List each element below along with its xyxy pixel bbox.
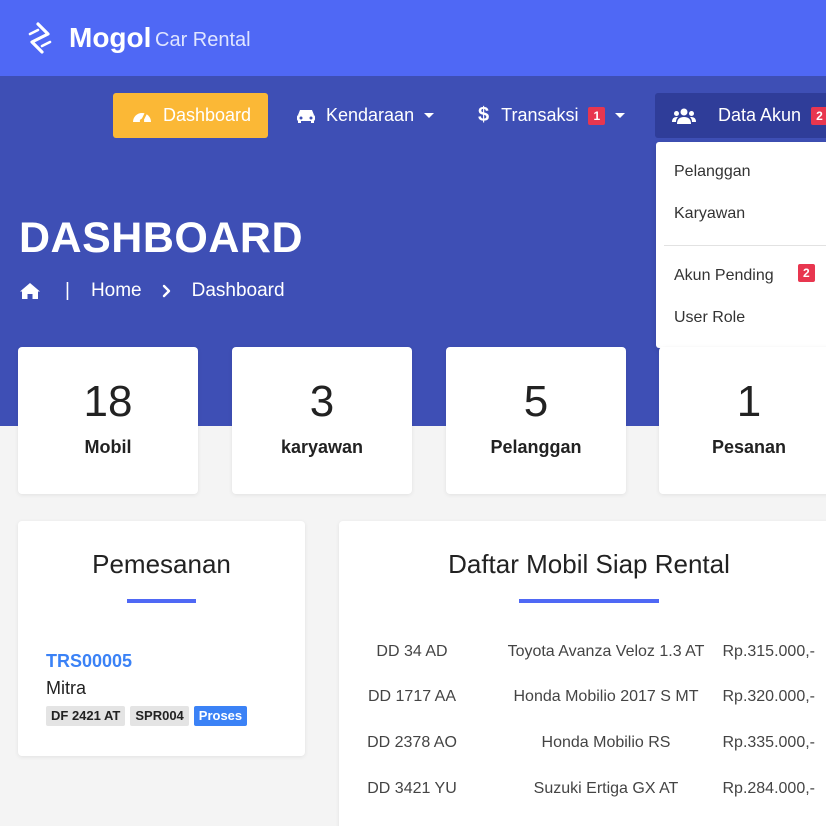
nav-kendaraan[interactable]: Kendaraan <box>296 93 435 138</box>
car-price: Rp.335.000,- <box>722 734 815 751</box>
chevron-right-icon <box>162 284 170 298</box>
nav-transaksi[interactable]: $ Transaksi 1 <box>478 93 626 138</box>
chevron-down-icon <box>424 113 435 118</box>
order-tags: DF 2421 AT SPR004 Proses <box>46 706 248 726</box>
home-icon[interactable] <box>19 282 41 300</box>
car-plate: DD 3421 YU <box>367 780 457 797</box>
plate-badge: DF 2421 AT <box>46 706 126 726</box>
breadcrumb-separator: | <box>65 280 70 301</box>
status-badge: Proses <box>193 706 248 726</box>
stat-card-mobil[interactable]: 18 Mobil <box>18 347 198 494</box>
order-customer: Mitra <box>46 678 86 698</box>
brand-name[interactable]: Mogol <box>69 22 151 54</box>
car-row[interactable]: DD 2378 AO Honda Mobilio RS Rp.335.000,- <box>339 731 826 755</box>
stat-label: Pelanggan <box>490 437 582 457</box>
dropdown-item-user-role[interactable]: User Role <box>674 308 745 328</box>
dropdown-divider <box>664 245 826 246</box>
data-akun-badge: 2 <box>811 106 826 125</box>
dropdown-item-karyawan[interactable]: Karyawan <box>674 204 745 224</box>
car-name: Honda Mobilio RS <box>541 734 671 751</box>
page-title: DASHBOARD <box>19 214 303 262</box>
car-plate: DD 34 AD <box>376 643 448 660</box>
car-name: Honda Mobilio 2017 S MT <box>513 688 699 705</box>
car-plate: DD 1717 AA <box>367 688 457 705</box>
nav-dashboard-label: Dashboard <box>163 105 252 125</box>
top-bar: Mogol Car Rental <box>0 0 826 76</box>
nav-data-akun[interactable]: Data Akun 2 <box>655 93 826 138</box>
data-akun-dropdown: Pelanggan Karyawan Akun Pending 2 User R… <box>656 142 826 348</box>
stat-value: 3 <box>309 377 335 426</box>
car-plate: DD 2378 AO <box>367 734 457 751</box>
brand-subtitle: Car Rental <box>155 29 251 51</box>
nav-dashboard[interactable]: Dashboard <box>113 93 268 138</box>
stat-value: 1 <box>736 377 762 426</box>
order-code-link[interactable]: TRS00005 <box>46 650 132 672</box>
car-row[interactable]: DD 34 AD Toyota Avanza Veloz 1.3 AT Rp.3… <box>339 640 826 664</box>
stat-label: Mobil <box>84 437 132 457</box>
car-price: Rp.284.000,- <box>722 780 815 797</box>
stat-card-pelanggan[interactable]: 5 Pelanggan <box>446 347 626 494</box>
chevron-down-icon <box>615 113 626 118</box>
car-name: Suzuki Ertiga GX AT <box>533 780 679 797</box>
nav-transaksi-label: Transaksi <box>501 105 579 125</box>
stat-card-pesanan[interactable]: 1 Pesanan <box>659 347 826 494</box>
nav-data-akun-label: Data Akun <box>718 105 802 125</box>
dropdown-item-akun-pending[interactable]: Akun Pending <box>674 266 774 286</box>
car-price: Rp.315.000,- <box>722 643 815 660</box>
pemesanan-title: Pemesanan <box>92 549 231 579</box>
breadcrumb-current: Dashboard <box>191 280 285 301</box>
ref-badge: SPR004 <box>130 706 189 726</box>
users-icon <box>672 108 696 124</box>
daftar-mobil-title: Daftar Mobil Siap Rental <box>448 549 730 579</box>
title-underline <box>519 599 659 603</box>
breadcrumb-home[interactable]: Home <box>91 280 142 302</box>
dollar-icon: $ <box>478 104 490 126</box>
dropdown-item-pelanggan[interactable]: Pelanggan <box>674 162 751 182</box>
breadcrumb: | Home Dashboard <box>19 278 285 304</box>
nav-kendaraan-label: Kendaraan <box>326 105 415 125</box>
car-icon <box>297 109 315 123</box>
logo-icon[interactable] <box>26 22 54 54</box>
stat-card-karyawan[interactable]: 3 karyawan <box>232 347 412 494</box>
stat-value: 18 <box>83 377 133 426</box>
gauge-icon <box>133 111 151 123</box>
car-row[interactable]: DD 1717 AA Honda Mobilio 2017 S MT Rp.32… <box>339 685 826 709</box>
car-price: Rp.320.000,- <box>722 688 815 705</box>
akun-pending-badge: 2 <box>798 264 815 282</box>
stat-value: 5 <box>523 377 549 426</box>
car-name: Toyota Avanza Veloz 1.3 AT <box>507 643 705 660</box>
stat-label: Pesanan <box>711 437 787 457</box>
car-row[interactable]: DD 3421 YU Suzuki Ertiga GX AT Rp.284.00… <box>339 777 826 801</box>
title-underline <box>127 599 196 603</box>
stat-label: karyawan <box>280 437 364 457</box>
transaksi-badge: 1 <box>588 106 606 125</box>
